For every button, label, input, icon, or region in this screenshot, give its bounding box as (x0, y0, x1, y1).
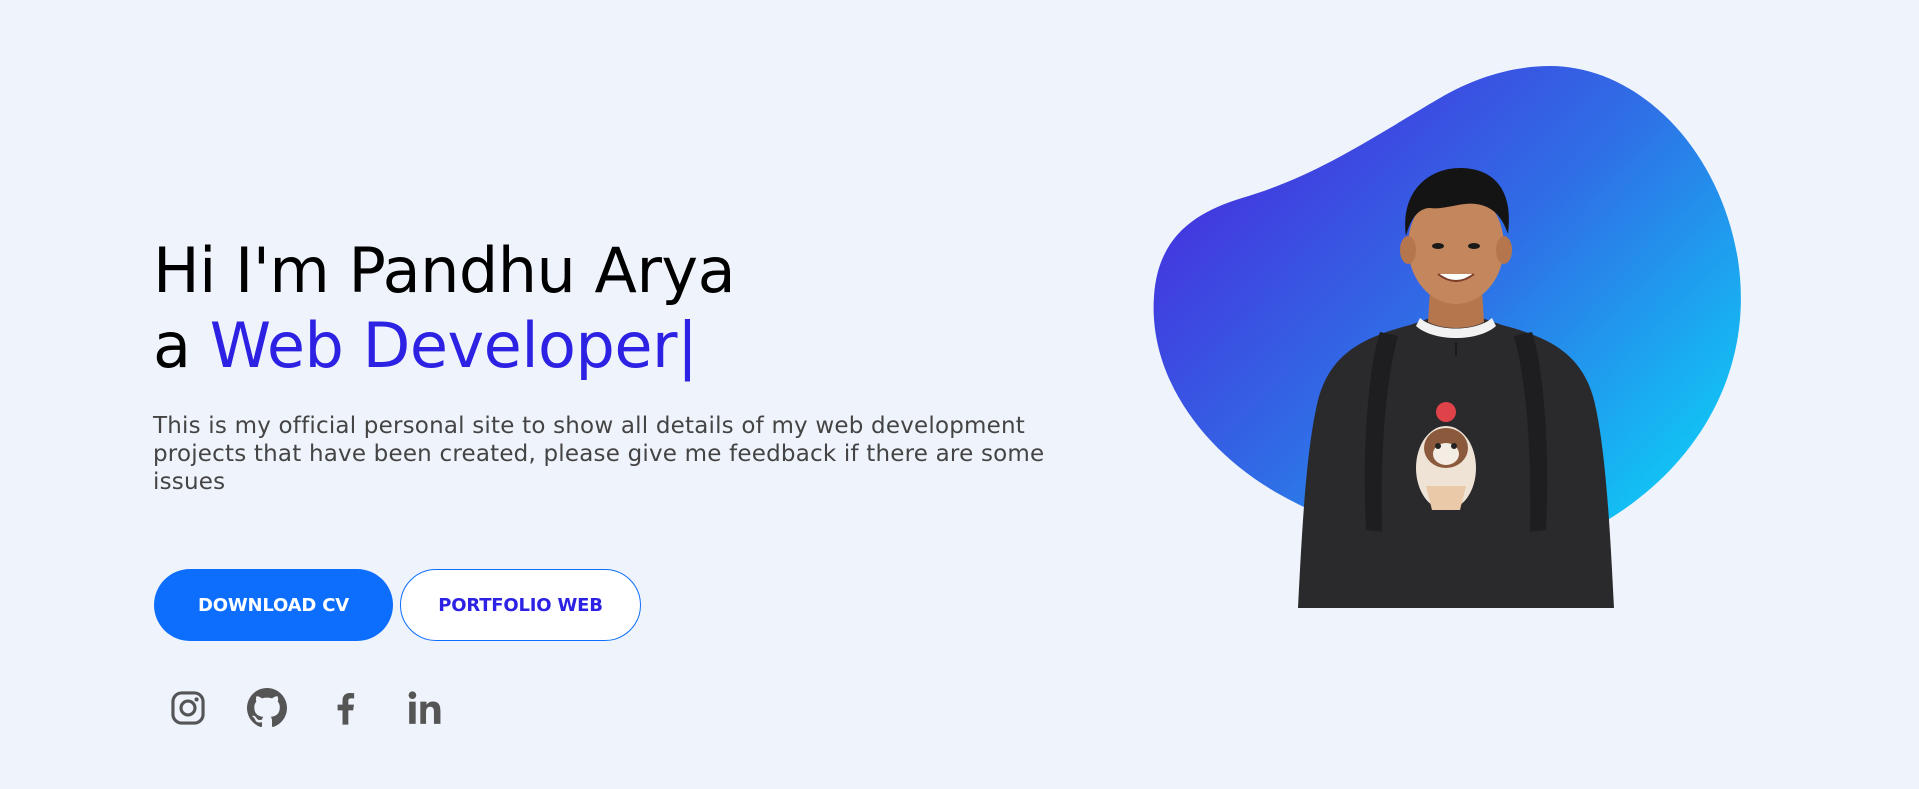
hero-heading: Hi I'm Pandhu Arya a Web Developer| (153, 233, 736, 383)
role-line: a Web Developer| (153, 308, 735, 383)
instagram-icon[interactable] (168, 686, 208, 730)
facebook-icon[interactable] (326, 686, 366, 730)
social-links (168, 686, 445, 730)
profile-photo (1298, 168, 1614, 608)
role-text: Web Developer (209, 309, 678, 382)
greeting-line: Hi I'm Pandhu Arya (153, 234, 736, 307)
github-icon[interactable] (247, 686, 287, 730)
hero-section: Hi I'm Pandhu Arya a Web Developer| This… (0, 0, 1919, 789)
hero-description: This is my official personal site to sho… (153, 413, 1045, 495)
linkedin-icon[interactable] (405, 686, 445, 730)
typing-cursor: | (676, 309, 698, 382)
role-prefix: a (153, 309, 191, 382)
download-cv-button[interactable]: DOWNLOAD CV (154, 569, 393, 641)
portfolio-web-button[interactable]: PORTFOLIO WEB (400, 569, 641, 641)
